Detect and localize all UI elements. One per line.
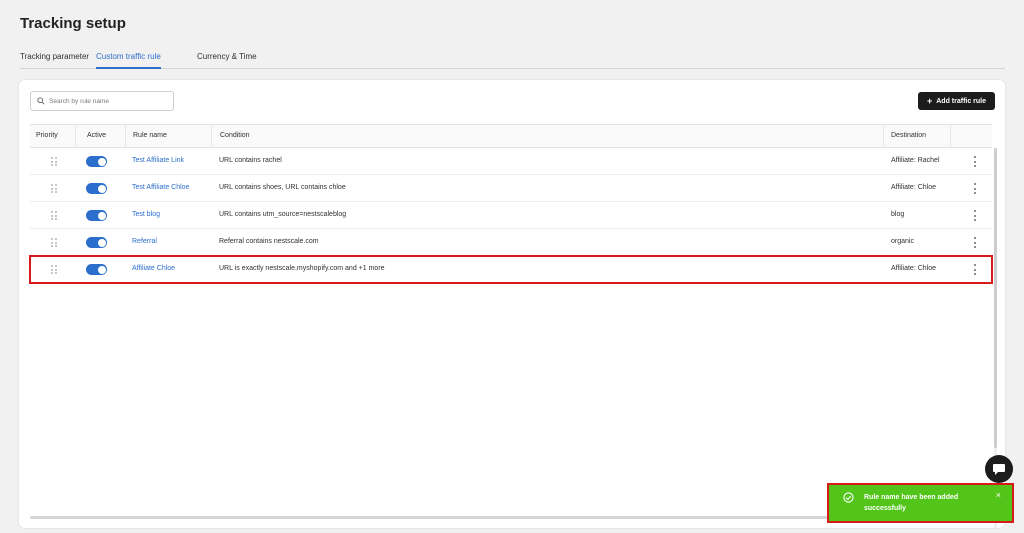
rule-condition: URL contains shoes, URL contains chloe xyxy=(219,184,346,191)
more-actions-icon[interactable] xyxy=(971,237,979,248)
table-row-highlighted[interactable]: Affiliate Chloe URL is exactly nestscale… xyxy=(29,255,993,284)
search-input[interactable] xyxy=(49,97,159,105)
toast-message: Rule name have been added successfully xyxy=(864,494,959,512)
tab-tracking-parameter[interactable]: Tracking parameter xyxy=(20,52,89,67)
rule-destination: Affiliate: Chloe xyxy=(891,265,937,272)
rules-card: + Add traffic rule Priority Active Rule … xyxy=(19,80,1005,528)
search-icon xyxy=(37,97,45,105)
more-actions-icon[interactable] xyxy=(971,183,979,194)
drag-handle-icon[interactable] xyxy=(51,184,57,193)
active-toggle[interactable] xyxy=(86,183,107,194)
table-row[interactable]: Referral Referral contains nestscale.com… xyxy=(30,229,992,256)
page-title: Tracking setup xyxy=(20,15,126,32)
active-toggle[interactable] xyxy=(86,156,107,167)
success-toast: Rule name have been added successfully × xyxy=(827,483,1014,523)
header-active: Active xyxy=(75,125,106,147)
chat-button[interactable] xyxy=(985,455,1013,483)
drag-handle-icon[interactable] xyxy=(51,211,57,220)
rule-destination: organic xyxy=(891,238,914,245)
table-row[interactable]: Test Affiliate Link URL contains rachel … xyxy=(30,148,992,175)
header-condition: Condition xyxy=(211,125,250,147)
rule-name-link[interactable]: Test Affiliate Chloe xyxy=(132,175,189,201)
check-circle-icon xyxy=(843,492,854,503)
rule-name-link[interactable]: Test blog xyxy=(132,202,160,228)
rule-destination: Affiliate: Chloe xyxy=(891,184,937,191)
rule-condition: URL contains rachel xyxy=(219,157,282,164)
rule-destination: blog xyxy=(891,211,905,218)
add-traffic-rule-label: Add traffic rule xyxy=(936,97,987,105)
tab-bar: Tracking parameter Custom traffic rule C… xyxy=(20,50,1005,69)
rule-condition: Referral contains nestscale.com xyxy=(219,238,319,245)
table-row[interactable]: Test Affiliate Chloe URL contains shoes,… xyxy=(30,175,992,202)
active-toggle[interactable] xyxy=(86,210,107,221)
more-actions-icon[interactable] xyxy=(971,264,979,275)
tab-custom-traffic-rule[interactable]: Custom traffic rule xyxy=(96,52,161,69)
active-toggle[interactable] xyxy=(86,237,107,248)
rule-name-link[interactable]: Referral xyxy=(132,229,157,255)
rule-name-link[interactable]: Test Affiliate Link xyxy=(132,148,184,174)
vertical-scrollbar-thumb[interactable] xyxy=(994,148,997,448)
table-header: Priority Active Rule name Condition Dest… xyxy=(30,124,992,148)
rule-destination: Affiliate: Rachel xyxy=(891,157,940,164)
drag-handle-icon[interactable] xyxy=(51,238,57,247)
search-box[interactable] xyxy=(30,91,174,111)
plus-icon: + xyxy=(926,95,933,106)
header-rule-name: Rule name xyxy=(125,125,167,147)
rule-condition: URL contains utm_source=nestscaleblog xyxy=(219,211,347,218)
header-actions xyxy=(950,125,951,147)
rules-table: Priority Active Rule name Condition Dest… xyxy=(29,124,993,284)
rule-name-link[interactable]: Affiliate Chloe xyxy=(132,256,175,282)
more-actions-icon[interactable] xyxy=(971,156,979,167)
rule-condition: URL is exactly nestscale.myshopify.com a… xyxy=(219,265,385,272)
drag-handle-icon[interactable] xyxy=(51,265,57,274)
header-priority: Priority xyxy=(36,132,58,139)
close-icon[interactable]: × xyxy=(996,490,1001,500)
more-actions-icon[interactable] xyxy=(971,210,979,221)
tab-currency-time[interactable]: Currency & Time xyxy=(197,52,257,67)
header-destination: Destination xyxy=(883,125,926,147)
chat-bubble-icon xyxy=(993,463,1005,475)
table-row[interactable]: Test blog URL contains utm_source=nestsc… xyxy=(30,202,992,229)
active-toggle[interactable] xyxy=(86,264,107,275)
drag-handle-icon[interactable] xyxy=(51,157,57,166)
add-traffic-rule-button[interactable]: + Add traffic rule xyxy=(918,92,995,110)
